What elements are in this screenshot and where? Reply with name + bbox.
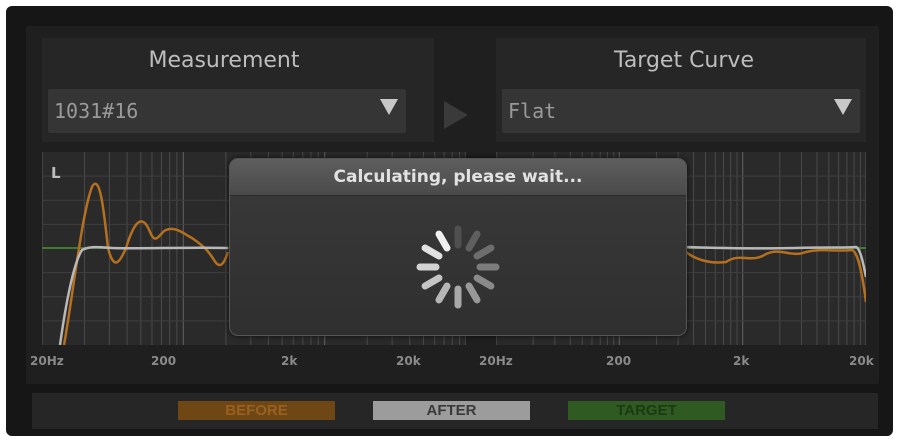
- legend-target-button[interactable]: TARGET: [568, 401, 725, 420]
- freq-label-left-20k: 20k: [396, 354, 421, 368]
- freq-label-right-20k: 20k: [849, 354, 874, 368]
- spinner-segment: [421, 244, 443, 260]
- dialog-header: Calculating, please wait...: [230, 159, 686, 196]
- spinner-segment: [435, 230, 451, 252]
- triangle-down-icon: [380, 99, 398, 115]
- spinner-segment: [421, 274, 443, 290]
- spinner-segment: [465, 282, 481, 304]
- measurement-dropdown[interactable]: 1031#16: [48, 89, 406, 133]
- loading-spinner-icon: [416, 225, 500, 309]
- freq-label-left-2k: 2k: [281, 354, 298, 368]
- dialog-title: Calculating, please wait...: [333, 167, 583, 187]
- freq-label-right-20hz: 20Hz: [479, 354, 513, 368]
- measurement-dropdown-value: 1031#16: [54, 99, 139, 123]
- calculating-dialog: Calculating, please wait...: [229, 158, 687, 336]
- measurement-title: Measurement: [148, 48, 300, 73]
- freq-label-right-200: 200: [606, 354, 632, 368]
- spinner-segment: [435, 282, 451, 304]
- spinner-segment: [473, 274, 495, 290]
- freq-label-left-20hz: 20Hz: [30, 354, 64, 368]
- target-curve-title: Target Curve: [614, 48, 754, 73]
- legend-after-button[interactable]: AFTER: [373, 401, 530, 420]
- triangle-down-icon: [834, 99, 852, 115]
- after-curve-left: [58, 245, 229, 345]
- freq-label-left-200: 200: [151, 354, 177, 368]
- spinner-segment: [473, 244, 495, 260]
- target-curve-dropdown-value: Flat: [508, 99, 557, 123]
- play-icon[interactable]: [444, 101, 468, 129]
- freq-label-right-2k: 2k: [733, 354, 750, 368]
- legend-before-button[interactable]: BEFORE: [178, 401, 335, 420]
- target-curve-dropdown[interactable]: Flat: [502, 89, 860, 133]
- spinner-segment: [465, 230, 481, 252]
- channel-label: L: [51, 164, 61, 182]
